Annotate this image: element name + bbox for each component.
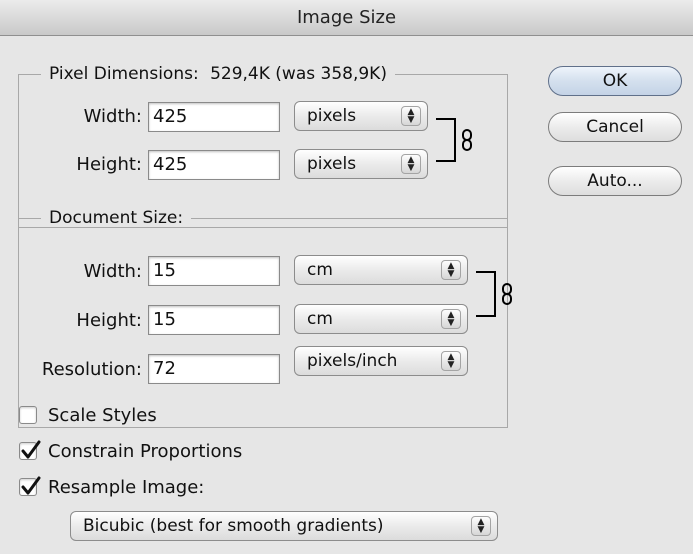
resolution-label: Resolution: <box>41 359 142 380</box>
chain-link-icon[interactable] <box>501 283 513 305</box>
checkmark-icon <box>21 440 41 459</box>
resample-image-label: Resample Image: <box>48 477 205 498</box>
up-down-arrows-icon: ▲ ▼ <box>471 516 491 536</box>
up-down-arrows-icon: ▲ ▼ <box>401 106 421 126</box>
document-size-legend: Document Size: <box>49 208 184 228</box>
up-down-arrows-icon: ▲ ▼ <box>401 154 421 174</box>
pixel-width-label: Width: <box>83 106 142 127</box>
pixel-dimensions-label: Pixel Dimensions: <box>49 64 199 84</box>
pixel-dimensions-size: 529,4K (was 358,9K) <box>210 64 387 84</box>
pixel-height-field[interactable]: 425 <box>148 150 280 180</box>
checkmark-icon <box>21 476 41 495</box>
pixel-width-field[interactable]: 425 <box>148 102 280 132</box>
up-down-arrows-icon: ▲ ▼ <box>441 351 461 371</box>
pixel-height-unit-popup[interactable]: pixels ▲ ▼ <box>294 149 428 179</box>
scale-styles-label: Scale Styles <box>48 405 157 426</box>
resolution-unit-popup[interactable]: pixels/inch ▲ ▼ <box>294 346 468 376</box>
pixel-height-label: Height: <box>76 154 142 175</box>
window-title: Image Size <box>296 7 397 28</box>
doc-link-bracket <box>476 271 496 317</box>
window-titlebar[interactable]: Image Size <box>0 0 693 36</box>
dialog-content: Pixel Dimensions: 529,4K (was 358,9K) Wi… <box>0 36 693 554</box>
cancel-button[interactable]: Cancel <box>548 112 682 142</box>
up-down-arrows-icon: ▲ ▼ <box>441 260 461 280</box>
ok-button[interactable]: OK <box>548 66 682 96</box>
pixel-width-unit-popup[interactable]: pixels ▲ ▼ <box>294 101 428 131</box>
pixel-dimensions-group: Pixel Dimensions: 529,4K (was 358,9K) <box>18 64 508 228</box>
pixel-dimensions-legend: Pixel Dimensions: 529,4K (was 358,9K) <box>41 64 395 84</box>
resample-method-popup[interactable]: Bicubic (best for smooth gradients) ▲ ▼ <box>70 511 498 541</box>
doc-width-field[interactable]: 15 <box>148 256 280 286</box>
doc-height-unit: cm <box>307 309 333 329</box>
auto-button[interactable]: Auto... <box>548 166 682 196</box>
scale-styles-checkbox[interactable] <box>19 406 37 424</box>
constrain-proportions-label: Constrain Proportions <box>48 441 243 462</box>
pixel-height-unit: pixels <box>307 154 357 174</box>
constrain-proportions-checkbox[interactable] <box>19 440 41 460</box>
resample-method-value: Bicubic (best for smooth gradients) <box>83 516 384 536</box>
doc-height-label: Height: <box>76 310 142 331</box>
doc-width-unit-popup[interactable]: cm ▲ ▼ <box>294 255 468 285</box>
doc-height-field[interactable]: 15 <box>148 305 280 335</box>
up-down-arrows-icon: ▲ ▼ <box>441 309 461 329</box>
chain-link-icon[interactable] <box>461 129 473 151</box>
resample-image-checkbox[interactable] <box>19 476 41 496</box>
resolution-field[interactable]: 72 <box>148 354 280 384</box>
pixel-link-bracket <box>436 118 456 162</box>
doc-width-unit: cm <box>307 260 333 280</box>
resolution-unit: pixels/inch <box>307 351 398 371</box>
doc-height-unit-popup[interactable]: cm ▲ ▼ <box>294 304 468 334</box>
doc-width-label: Width: <box>83 261 142 282</box>
pixel-width-unit: pixels <box>307 106 357 126</box>
